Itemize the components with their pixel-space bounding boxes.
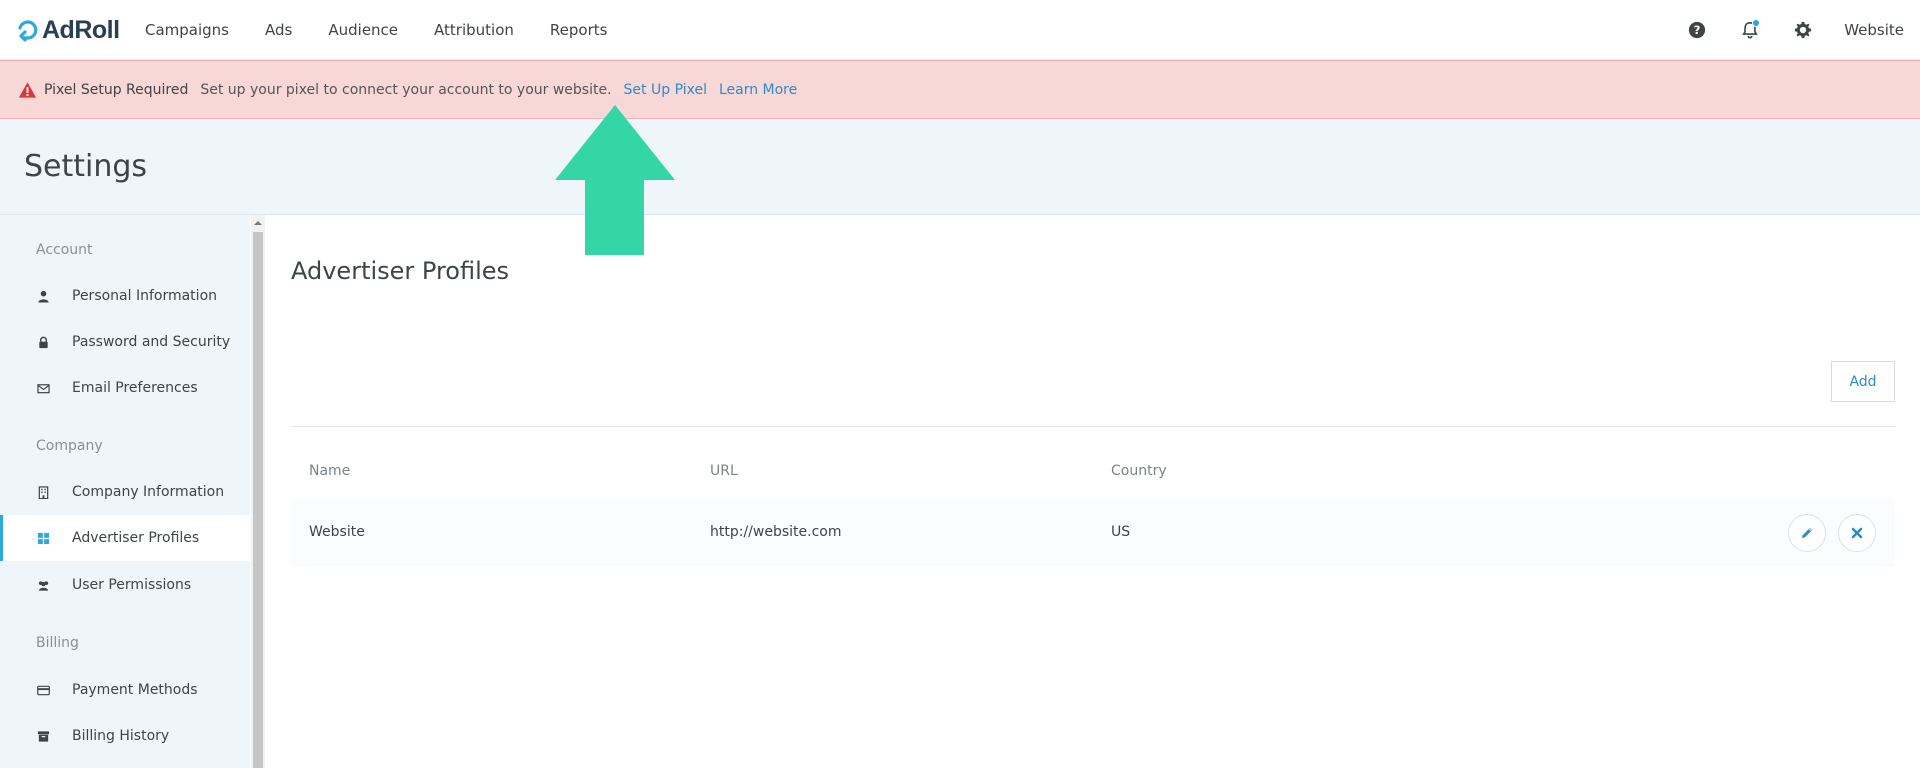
row-name: Website xyxy=(309,524,365,540)
sidebar-section-billing: Billing xyxy=(36,635,79,651)
sidebar-item-personal-information[interactable]: Personal Information xyxy=(0,273,250,319)
adroll-logo-icon xyxy=(18,20,38,42)
nav-reports[interactable]: Reports xyxy=(550,21,608,39)
main-nav: Campaigns Ads Audience Attribution Repor… xyxy=(145,0,643,60)
account-switcher[interactable]: Website xyxy=(1844,21,1904,39)
sidebar-section-company: Company xyxy=(36,438,103,454)
row-url: http://website.com xyxy=(710,524,842,540)
nav-right: ? Website xyxy=(1655,0,1904,60)
gear-icon[interactable] xyxy=(1792,19,1814,41)
table-row: Website http://website.com US xyxy=(291,499,1895,567)
scroll-up-arrow-icon[interactable] xyxy=(251,217,265,229)
page-title: Settings xyxy=(24,149,148,184)
sidebar-item-payment-methods[interactable]: Payment Methods xyxy=(0,667,250,713)
settings-header: Settings xyxy=(0,119,1920,215)
main-content: Advertiser Profiles Add Name URL Country… xyxy=(265,215,1920,768)
nav-audience[interactable]: Audience xyxy=(328,21,398,39)
sidebar-item-label: Billing History xyxy=(72,728,170,744)
nav-campaigns[interactable]: Campaigns xyxy=(145,21,229,39)
user-icon xyxy=(36,289,50,303)
alert-title: Pixel Setup Required xyxy=(44,81,189,98)
users-icon xyxy=(36,578,50,592)
close-icon xyxy=(1851,527,1863,539)
green-up-arrow-annotation xyxy=(555,105,675,255)
lock-icon xyxy=(36,335,50,349)
sidebar-item-billing-history[interactable]: Billing History xyxy=(0,713,250,759)
divider xyxy=(291,426,1895,427)
credit-card-icon xyxy=(36,683,50,697)
logo-text: AdRoll xyxy=(42,15,120,44)
top-navigation: AdRoll Campaigns Ads Audience Attributio… xyxy=(0,0,1920,60)
sidebar-item-label: Email Preferences xyxy=(72,380,198,396)
sidebar-item-label: Company Information xyxy=(72,484,225,500)
nav-ads[interactable]: Ads xyxy=(265,21,292,39)
pencil-icon xyxy=(1802,528,1812,538)
edit-profile-button[interactable] xyxy=(1788,514,1826,552)
set-up-pixel-link[interactable]: Set Up Pixel xyxy=(624,82,707,98)
sidebar-item-label: User Permissions xyxy=(72,577,192,593)
sidebar-item-label: Payment Methods xyxy=(72,682,198,698)
sidebar-item-label: Personal Information xyxy=(72,288,218,304)
archive-icon xyxy=(36,729,50,743)
sidebar-item-company-information[interactable]: Company Information xyxy=(0,469,250,515)
question-circle-icon[interactable]: ? xyxy=(1686,19,1708,41)
pixel-alert-banner: Pixel Setup Required Set up your pixel t… xyxy=(0,60,1920,119)
building-icon xyxy=(36,485,50,499)
sidebar-item-advertiser-profiles[interactable]: Advertiser Profiles xyxy=(0,515,250,561)
sidebar-item-password-security[interactable]: Password and Security xyxy=(0,319,250,365)
svg-text:?: ? xyxy=(1694,23,1701,37)
sidebar-item-user-permissions[interactable]: User Permissions xyxy=(0,562,250,608)
alert-message: Set up your pixel to connect your accoun… xyxy=(200,81,612,98)
delete-profile-button[interactable] xyxy=(1838,514,1876,552)
learn-more-link[interactable]: Learn More xyxy=(719,82,797,98)
envelope-icon xyxy=(36,381,50,395)
scrollbar-thumb[interactable] xyxy=(253,232,263,768)
nav-attribution[interactable]: Attribution xyxy=(434,21,514,39)
sidebar-item-label: Advertiser Profiles xyxy=(72,530,200,546)
column-header-name: Name xyxy=(309,463,351,479)
row-country: US xyxy=(1111,524,1131,540)
column-header-url: URL xyxy=(710,463,738,479)
section-title: Advertiser Profiles xyxy=(291,257,510,285)
adroll-logo[interactable]: AdRoll xyxy=(16,15,120,45)
sidebar-section-account: Account xyxy=(36,242,93,258)
sidebar-item-label: Password and Security xyxy=(72,334,231,350)
bell-icon[interactable] xyxy=(1739,19,1761,41)
sidebar-scrollbar[interactable] xyxy=(251,215,265,768)
warning-icon xyxy=(18,81,37,98)
add-profile-button[interactable]: Add xyxy=(1831,361,1895,402)
grid-icon xyxy=(36,531,50,545)
column-header-country: Country xyxy=(1111,463,1167,479)
sidebar-item-email-preferences[interactable]: Email Preferences xyxy=(0,365,250,411)
settings-sidebar: Account Personal Information Password an… xyxy=(0,215,250,768)
